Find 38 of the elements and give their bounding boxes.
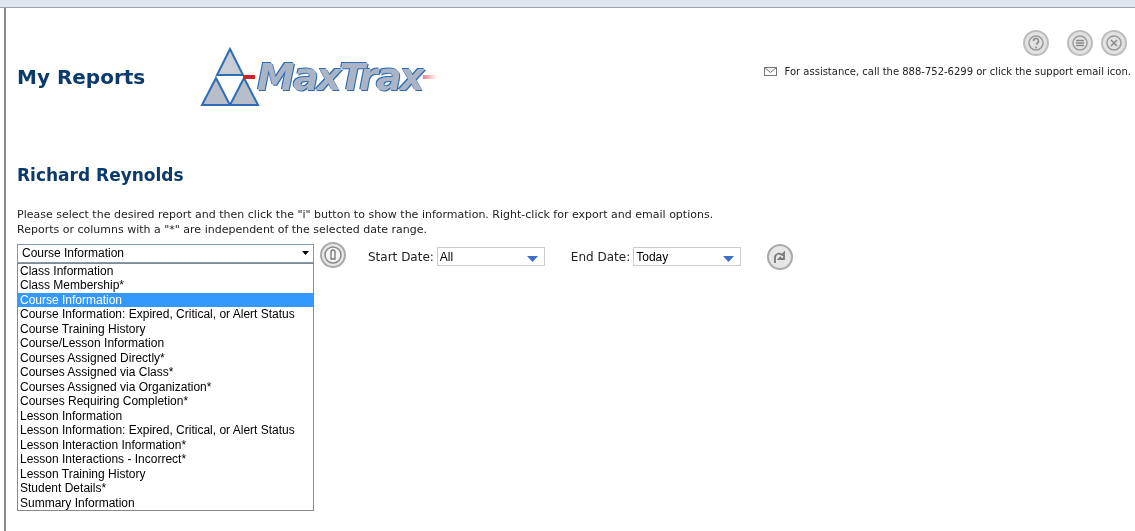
report-option[interactable]: Lesson Interaction Information* — [18, 437, 313, 452]
report-option[interactable]: Courses Requiring Completion* — [18, 394, 313, 409]
end-date-field[interactable]: Today — [633, 247, 742, 266]
menu-icon[interactable] — [1067, 30, 1093, 56]
field-label: End Date: — [570, 248, 631, 266]
report-option[interactable]: Courses Assigned Directly* — [18, 350, 313, 365]
start-date-field[interactable]: All — [436, 247, 545, 266]
email-icon[interactable] — [763, 67, 777, 76]
field-label: Start Date: — [368, 248, 434, 266]
report-option[interactable]: Course Information: Expired, Critical, or Alert Status — [18, 307, 313, 322]
caret-icon — [302, 251, 309, 255]
report-option[interactable]: Course/Lesson Information — [18, 336, 313, 351]
report-option[interactable]: Lesson Information — [18, 408, 313, 423]
logo-stripe — [243, 75, 255, 79]
user-name: Richard Reynolds — [17, 164, 185, 187]
report-select[interactable]: Course Information — [17, 243, 314, 263]
caret-icon — [526, 255, 538, 262]
instruction-text: Reports or columns with a "*" are independent of the selected date range. — [17, 221, 429, 237]
report-option[interactable]: Lesson Interactions - Incorrect* — [18, 452, 313, 467]
report-option[interactable]: Course Training History — [18, 321, 313, 336]
help-icon[interactable] — [1023, 30, 1049, 56]
report-option[interactable]: Courses Assigned via Organization* — [18, 379, 313, 394]
logo-text: MaxTrax — [257, 58, 423, 96]
report-option[interactable]: Summary Information — [18, 495, 313, 510]
support-text: For assistance, call the 888-752-6299 or click the support email icon. — [784, 65, 1131, 79]
close-icon[interactable] — [1101, 30, 1127, 56]
refresh-button[interactable] — [767, 243, 794, 270]
info-button[interactable] — [320, 241, 346, 268]
report-option[interactable]: Student Details* — [18, 481, 313, 496]
report-option[interactable]: Lesson Training History — [18, 466, 313, 481]
caret-icon — [723, 255, 735, 262]
report-option[interactable]: Class Membership* — [18, 278, 313, 293]
report-option[interactable]: Courses Assigned via Class* — [18, 365, 313, 380]
report-option[interactable]: Lesson Information: Expired, Critical, or Alert Status — [18, 423, 313, 438]
logo-stripe — [423, 75, 437, 79]
report-option[interactable]: Class Information — [18, 263, 313, 278]
instruction-text: Please select the desired report and then click the "i" button to show the information. Right-click for export and email options. — [17, 206, 715, 222]
page-title: My Reports — [17, 64, 147, 91]
